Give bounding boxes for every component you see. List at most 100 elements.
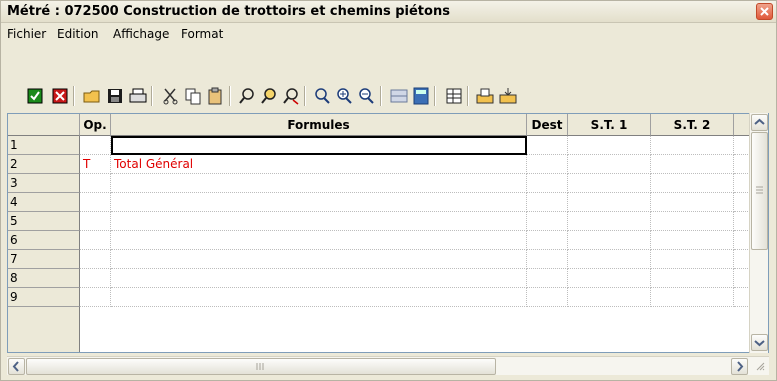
scroll-right-button[interactable] bbox=[731, 358, 748, 375]
cut-icon[interactable] bbox=[161, 86, 181, 106]
op-cell[interactable] bbox=[80, 250, 111, 269]
scroll-down-button[interactable] bbox=[751, 334, 768, 351]
dest-cell[interactable] bbox=[527, 269, 568, 288]
row-header[interactable]: 9 bbox=[8, 288, 80, 307]
menu-format[interactable]: Format bbox=[181, 27, 223, 41]
copy-icon[interactable] bbox=[183, 86, 203, 106]
formula-cell[interactable]: Total Général bbox=[111, 155, 527, 174]
column-header-op[interactable]: Op. bbox=[80, 114, 111, 136]
zoom-icon[interactable] bbox=[312, 86, 332, 106]
import-icon[interactable] bbox=[498, 86, 518, 106]
close-icon bbox=[760, 7, 769, 16]
vertical-scrollbar[interactable] bbox=[749, 113, 768, 353]
dest-cell[interactable] bbox=[527, 136, 568, 155]
resize-grip-icon[interactable] bbox=[755, 361, 765, 371]
scroll-left-button[interactable] bbox=[8, 358, 25, 375]
column-header-st1[interactable]: S.T. 1 bbox=[568, 114, 651, 136]
grip-icon bbox=[256, 363, 264, 370]
op-cell[interactable] bbox=[80, 174, 111, 193]
st2-cell[interactable] bbox=[651, 269, 734, 288]
horizontal-scrollbar[interactable] bbox=[7, 356, 769, 375]
formula-cell[interactable] bbox=[111, 193, 527, 212]
st1-cell[interactable] bbox=[568, 174, 651, 193]
table-icon[interactable] bbox=[444, 86, 464, 106]
st2-cell[interactable] bbox=[651, 212, 734, 231]
cancel-icon[interactable] bbox=[50, 86, 70, 106]
op-cell[interactable] bbox=[80, 212, 111, 231]
close-button[interactable] bbox=[756, 3, 773, 20]
formula-cell[interactable] bbox=[111, 231, 527, 250]
st2-cell[interactable] bbox=[651, 250, 734, 269]
st1-cell[interactable] bbox=[568, 250, 651, 269]
column-header-dest[interactable]: Dest bbox=[527, 114, 568, 136]
open-icon[interactable] bbox=[82, 86, 102, 106]
find-icon[interactable] bbox=[237, 86, 257, 106]
formula-cell[interactable] bbox=[111, 250, 527, 269]
validate-icon[interactable] bbox=[25, 86, 45, 106]
dest-cell[interactable] bbox=[527, 193, 568, 212]
find-next-icon[interactable] bbox=[259, 86, 279, 106]
op-cell[interactable] bbox=[80, 269, 111, 288]
st1-cell[interactable] bbox=[568, 231, 651, 250]
grip-icon bbox=[756, 186, 763, 194]
replace-icon[interactable] bbox=[281, 86, 301, 106]
row-header[interactable]: 6 bbox=[8, 231, 80, 250]
st1-cell[interactable] bbox=[568, 212, 651, 231]
op-cell[interactable] bbox=[80, 288, 111, 307]
row-header[interactable] bbox=[8, 307, 80, 352]
formula-cell[interactable] bbox=[111, 174, 527, 193]
st2-cell[interactable] bbox=[651, 174, 734, 193]
zoom-in-icon[interactable] bbox=[334, 86, 354, 106]
scroll-up-button[interactable] bbox=[751, 114, 768, 131]
formula-cell[interactable] bbox=[111, 136, 527, 155]
column-header-formules[interactable]: Formules bbox=[111, 114, 527, 136]
op-cell[interactable] bbox=[80, 231, 111, 250]
chevron-left-icon bbox=[12, 361, 19, 372]
dest-cell[interactable] bbox=[527, 174, 568, 193]
st2-cell[interactable] bbox=[651, 288, 734, 307]
insert-row-icon[interactable] bbox=[389, 86, 409, 106]
st2-cell[interactable] bbox=[651, 155, 734, 174]
row-header[interactable]: 7 bbox=[8, 250, 80, 269]
st1-cell[interactable] bbox=[568, 288, 651, 307]
row-header[interactable]: 8 bbox=[8, 269, 80, 288]
menu-edition[interactable]: Edition bbox=[57, 27, 99, 41]
formula-cell[interactable] bbox=[111, 269, 527, 288]
menu-affichage[interactable]: Affichage bbox=[113, 27, 169, 41]
print-icon[interactable] bbox=[128, 86, 148, 106]
row-header[interactable]: 4 bbox=[8, 193, 80, 212]
op-cell[interactable] bbox=[80, 193, 111, 212]
dest-cell[interactable] bbox=[527, 212, 568, 231]
corner-header[interactable] bbox=[8, 114, 80, 136]
horizontal-scroll-thumb[interactable] bbox=[26, 358, 496, 375]
row-header[interactable]: 2 bbox=[8, 155, 80, 174]
menu-fichier[interactable]: Fichier bbox=[7, 27, 46, 41]
st1-cell[interactable] bbox=[568, 155, 651, 174]
column-header-st2[interactable]: S.T. 2 bbox=[651, 114, 734, 136]
st1-cell[interactable] bbox=[568, 136, 651, 155]
title-bar[interactable]: Métré : 072500 Construction de trottoirs… bbox=[1, 1, 776, 23]
dest-cell[interactable] bbox=[527, 231, 568, 250]
st1-cell[interactable] bbox=[568, 193, 651, 212]
op-cell[interactable]: T bbox=[80, 155, 111, 174]
dest-cell[interactable] bbox=[527, 250, 568, 269]
vertical-scroll-thumb[interactable] bbox=[751, 132, 768, 250]
export-icon[interactable] bbox=[475, 86, 495, 106]
window-title: Métré : 072500 Construction de trottoirs… bbox=[7, 4, 450, 19]
st1-cell[interactable] bbox=[568, 269, 651, 288]
op-cell[interactable] bbox=[80, 136, 111, 155]
st2-cell[interactable] bbox=[651, 136, 734, 155]
calculator-icon[interactable] bbox=[411, 86, 431, 106]
formula-cell[interactable] bbox=[111, 212, 527, 231]
zoom-out-icon[interactable] bbox=[356, 86, 376, 106]
paste-icon[interactable] bbox=[205, 86, 225, 106]
st2-cell[interactable] bbox=[651, 231, 734, 250]
row-header[interactable]: 3 bbox=[8, 174, 80, 193]
st2-cell[interactable] bbox=[651, 193, 734, 212]
row-header[interactable]: 5 bbox=[8, 212, 80, 231]
formula-cell[interactable] bbox=[111, 288, 527, 307]
save-icon[interactable] bbox=[105, 86, 125, 106]
dest-cell[interactable] bbox=[527, 288, 568, 307]
dest-cell[interactable] bbox=[527, 155, 568, 174]
row-header[interactable]: 1 bbox=[8, 136, 80, 155]
